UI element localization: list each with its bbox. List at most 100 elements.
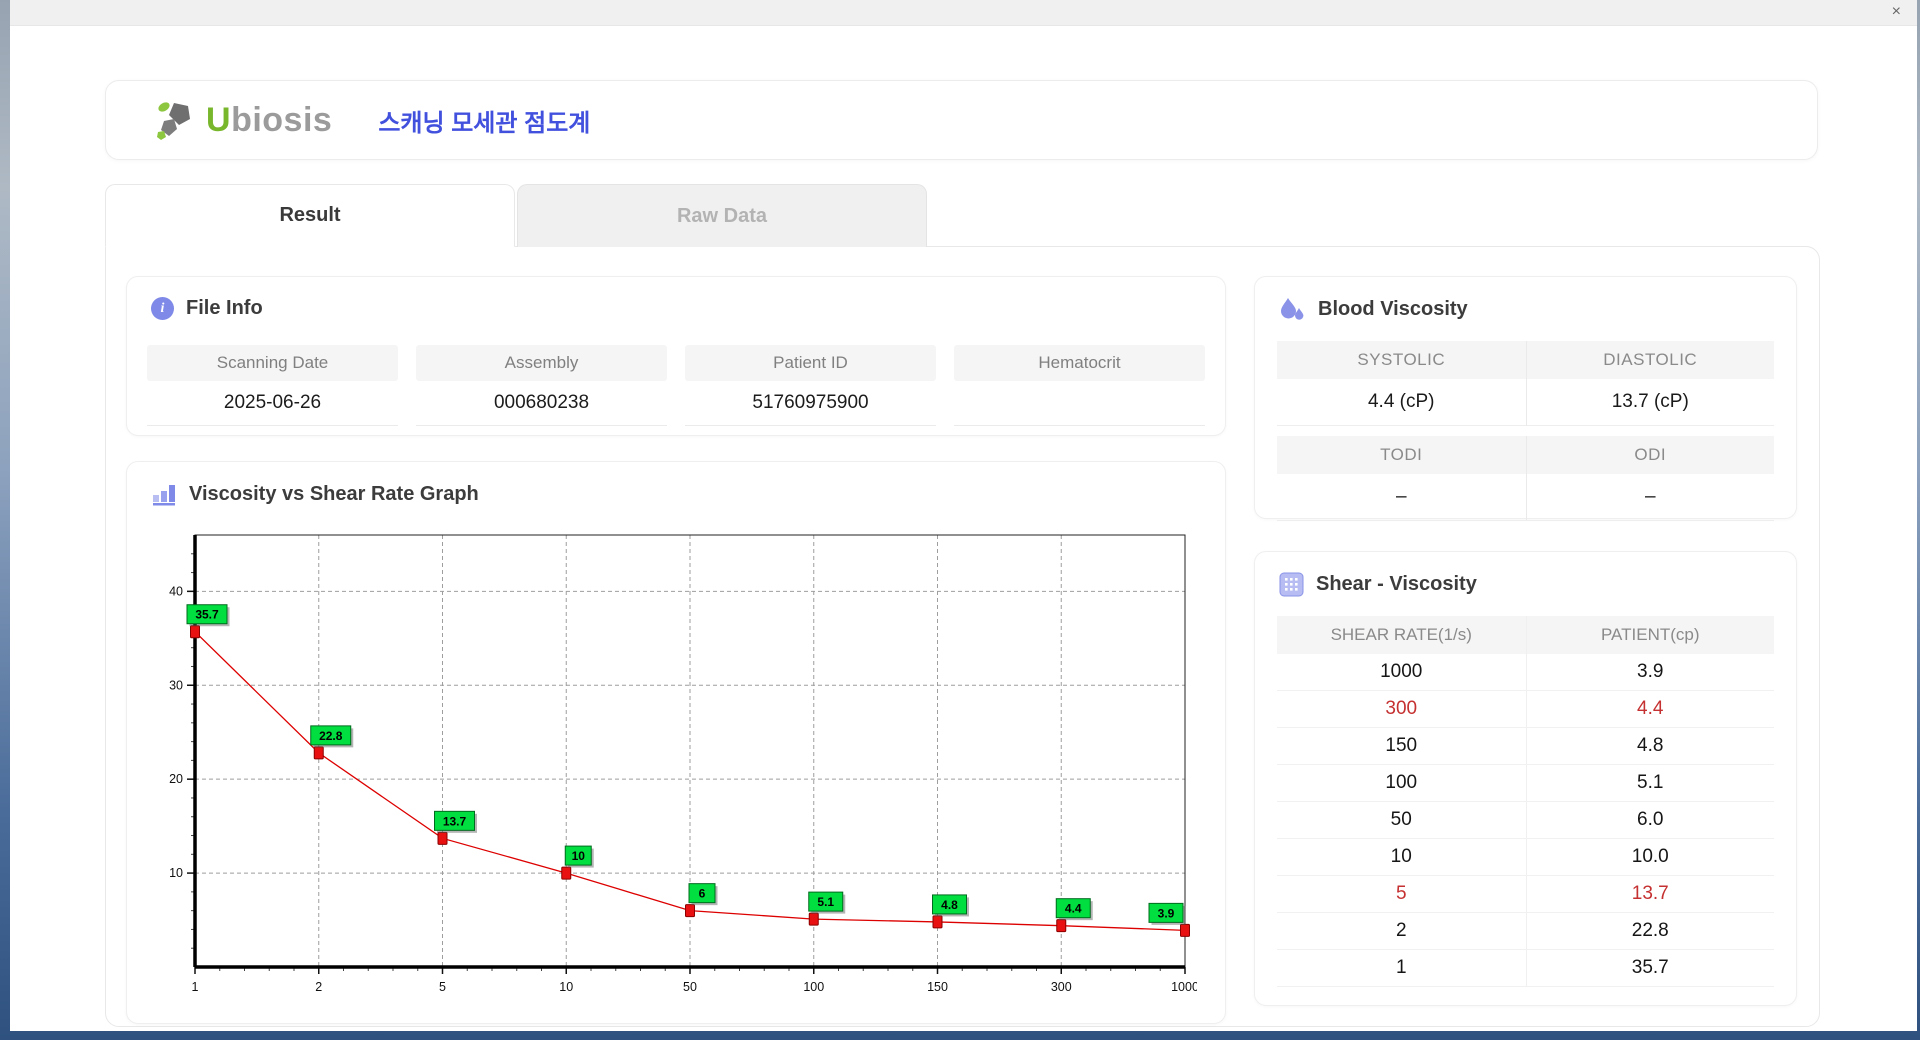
blood-viscosity-title-text: Blood Viscosity (1318, 298, 1468, 320)
field-hematocrit: Hematocrit (954, 345, 1205, 426)
info-icon: i (151, 297, 174, 320)
droplets-icon (1281, 298, 1304, 320)
svg-text:13.7: 13.7 (443, 814, 467, 828)
shear-viscosity-table: SHEAR RATE(1/s) PATIENT(cp) 1000 3.9 300 4… (1277, 616, 1774, 987)
svg-text:20: 20 (169, 772, 183, 786)
sv-cell-shear: 150 (1385, 735, 1418, 756)
ubiosis-logo-icon (157, 102, 190, 140)
blood-viscosity-table: SYSTOLIC DIASTOLIC 4.4 (cP) 13.7 (cP) TO… (1277, 341, 1774, 521)
bar-chart-icon (153, 485, 175, 506)
bv-header-row: SYSTOLIC DIASTOLIC (1277, 341, 1774, 379)
table-row: 50 6.0 (1277, 802, 1774, 839)
svg-text:10: 10 (572, 849, 586, 863)
blood-viscosity-card: Blood Viscosity SYSTOLIC DIASTOLIC 4.4 (… (1254, 276, 1797, 521)
svg-text:40: 40 (169, 584, 183, 598)
svg-text:35.7: 35.7 (195, 608, 219, 622)
table-row: 1000 3.9 (1277, 654, 1774, 691)
viscosity-shear-chart: 10 20 30 40 1 2 5 10 50 100 150 300 1000 35.7 22.8 13.7… (169, 534, 1197, 994)
bv-header-row: TODI ODI (1277, 436, 1774, 474)
table-row: 100 5.1 (1277, 765, 1774, 802)
ubiosis-logo: Ubiosis (154, 99, 332, 141)
svg-text:50: 50 (683, 980, 697, 994)
table-row: 10 10.0 (1277, 839, 1774, 876)
blood-viscosity-title: Blood Viscosity (1279, 297, 1468, 322)
sv-header-row: SHEAR RATE(1/s) PATIENT(cp) (1277, 616, 1774, 654)
logo-text: Ubiosis (206, 100, 333, 139)
file-info-card: i File Info Scanning Date 2025-06-26 Ass… (126, 276, 1226, 436)
shear-viscosity-card: Shear - Viscosity SHEAR RATE(1/s) PATIEN… (1254, 551, 1797, 1006)
viscosity-graph-card: Viscosity vs Shear Rate Graph 10 20 30 40 1 2… (126, 461, 1226, 1024)
svg-text:4.4: 4.4 (1065, 902, 1082, 916)
sv-cell-patient: 6.0 (1525, 802, 1775, 838)
sv-cell-patient: 22.8 (1525, 913, 1775, 949)
bv-label-systolic: SYSTOLIC (1277, 341, 1526, 379)
svg-text:10: 10 (169, 866, 183, 880)
field-label: Scanning Date (147, 345, 398, 381)
field-label: Hematocrit (954, 345, 1205, 381)
tab-result[interactable]: Result (105, 184, 515, 247)
bv-value-odi: – (1525, 474, 1774, 521)
field-value: 51760975900 (685, 381, 936, 426)
svg-text:1000: 1000 (1171, 980, 1197, 994)
svg-text:100: 100 (803, 980, 824, 994)
field-patient-id: Patient ID 51760975900 (685, 345, 936, 426)
shear-viscosity-title-text: Shear - Viscosity (1316, 573, 1477, 595)
bv-value-systolic: 4.4 (cP) (1277, 379, 1526, 426)
app-title-korean: 스캐닝 모세관 점도계 (378, 109, 591, 137)
sv-cell-patient: 4.4 (1525, 691, 1775, 727)
svg-text:4.8: 4.8 (941, 898, 958, 912)
file-info-title: i File Info (151, 297, 263, 320)
sv-cell-shear: 100 (1385, 772, 1418, 793)
svg-text:300: 300 (1051, 980, 1072, 994)
sv-col-shear-rate: SHEAR RATE(1/s) (1277, 616, 1526, 654)
bv-value-row: – – (1277, 474, 1774, 521)
bv-value-diastolic: 13.7 (cP) (1525, 379, 1774, 426)
sv-cell-shear: 2 (1395, 920, 1407, 941)
window-titlebar: × (10, 0, 1917, 26)
svg-text:6: 6 (699, 887, 706, 901)
file-info-title-text: File Info (186, 297, 263, 319)
field-label: Patient ID (685, 345, 936, 381)
bv-label-todi: TODI (1277, 436, 1526, 474)
table-row: 5 13.7 (1277, 876, 1774, 913)
bv-label-odi: ODI (1525, 436, 1774, 474)
svg-text:30: 30 (169, 678, 183, 692)
close-icon[interactable]: × (1892, 3, 1901, 21)
sv-cell-shear: 50 (1390, 809, 1412, 830)
field-assembly: Assembly 000680238 (416, 345, 667, 426)
sv-cell-patient: 10.0 (1525, 839, 1775, 875)
bv-value-row: 4.4 (cP) 13.7 (cP) (1277, 379, 1774, 426)
header-card: Ubiosis 스캐닝 모세관 점도계 (105, 80, 1818, 160)
svg-text:2: 2 (315, 980, 322, 994)
bv-label-diastolic: DIASTOLIC (1525, 341, 1774, 379)
sv-col-patient: PATIENT(cp) (1525, 616, 1774, 654)
table-row: 1 35.7 (1277, 950, 1774, 987)
app-window: × Ubiosis 스캐닝 모세관 점도계 Result Raw Data i … (10, 0, 1917, 1031)
graph-title: Viscosity vs Shear Rate Graph (151, 482, 479, 506)
sv-cell-patient: 3.9 (1525, 654, 1775, 690)
field-scanning-date: Scanning Date 2025-06-26 (147, 345, 398, 426)
sv-cell-patient: 13.7 (1525, 876, 1775, 912)
graph-title-text: Viscosity vs Shear Rate Graph (189, 482, 479, 505)
sv-cell-shear: 300 (1385, 698, 1418, 719)
sv-cell-shear: 5 (1395, 883, 1407, 904)
svg-text:1: 1 (192, 980, 199, 994)
result-panel: i File Info Scanning Date 2025-06-26 Ass… (105, 246, 1820, 1027)
sv-cell-patient: 5.1 (1525, 765, 1775, 801)
svg-text:10: 10 (559, 980, 573, 994)
svg-text:5.1: 5.1 (817, 895, 834, 909)
field-label: Assembly (416, 345, 667, 381)
sv-cell-shear: 1 (1395, 957, 1407, 978)
bv-value-todi: – (1277, 474, 1526, 521)
svg-text:22.8: 22.8 (319, 729, 343, 743)
sv-cell-patient: 35.7 (1525, 950, 1775, 986)
file-info-grid: Scanning Date 2025-06-26 Assembly 000680… (147, 345, 1205, 426)
field-value (954, 381, 1205, 426)
field-value: 2025-06-26 (147, 381, 398, 426)
sv-cell-patient: 4.8 (1525, 728, 1775, 764)
table-row: 150 4.8 (1277, 728, 1774, 765)
calculator-icon (1279, 572, 1304, 597)
table-row: 2 22.8 (1277, 913, 1774, 950)
sv-cell-shear: 10 (1390, 846, 1412, 867)
tab-raw-data[interactable]: Raw Data (517, 184, 927, 247)
